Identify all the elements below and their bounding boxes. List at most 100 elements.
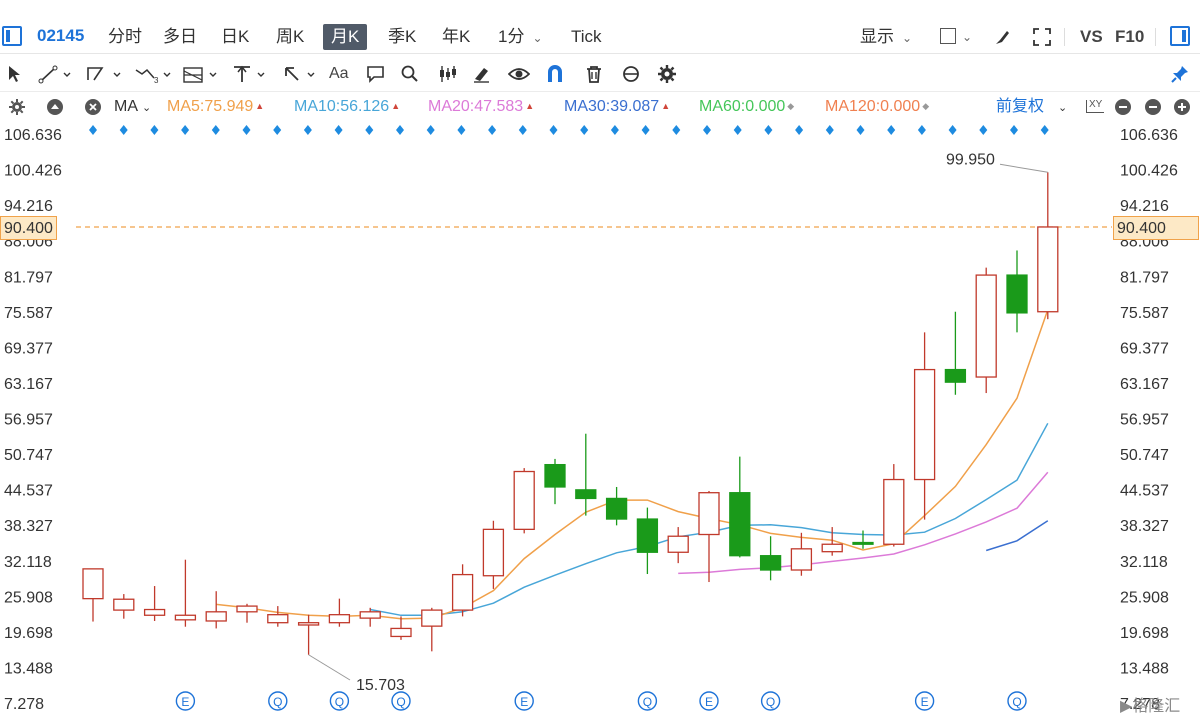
dividend-diamond-icon — [457, 125, 466, 135]
candle — [883, 464, 905, 547]
earnings-marker-icon[interactable]: E — [514, 691, 534, 711]
candle-body-up — [913, 368, 936, 481]
dividend-diamond-icon — [89, 125, 97, 135]
quarterly-report-marker-icon[interactable]: Q — [637, 691, 658, 711]
dividend-diamond-icon — [1040, 125, 1049, 135]
left-tick-label: 69.377 — [4, 340, 53, 357]
candle-body-down — [1006, 274, 1028, 314]
candle-body-down — [544, 463, 566, 488]
left-tick-label: 7.278 — [4, 696, 44, 713]
right-tick-label: 19.698 — [1120, 625, 1169, 642]
earnings-marker-icon[interactable]: E — [914, 691, 935, 711]
candle-body-up — [975, 274, 997, 378]
dividend-diamond-icon — [610, 125, 619, 135]
right-tick-label: 106.636 — [1120, 127, 1178, 144]
left-tick-label: 81.797 — [4, 269, 53, 286]
left-tick-label: 100.426 — [4, 163, 62, 180]
candle — [451, 564, 474, 617]
candle — [421, 607, 443, 652]
dividend-diamond-icon — [856, 125, 865, 135]
candle — [636, 507, 659, 575]
candle-body-up — [1037, 226, 1059, 313]
candle — [759, 536, 782, 581]
right-tick-label: 81.797 — [1120, 269, 1169, 286]
dividend-diamond-icon — [979, 125, 988, 135]
candle-body-up — [328, 614, 351, 624]
candle-body-up — [174, 614, 197, 621]
left-tick-label: 75.587 — [4, 305, 53, 322]
candle — [1037, 172, 1059, 320]
dividend-diamond-icon — [273, 125, 282, 135]
dividend-diamond-icon — [887, 125, 896, 135]
quarterly-report-marker-icon[interactable]: Q — [391, 691, 411, 711]
candle — [205, 591, 227, 629]
quarterly-report-marker-icon[interactable]: Q — [268, 691, 288, 711]
candle — [852, 530, 874, 549]
candle-body-down — [729, 492, 751, 557]
left-tick-label: 63.167 — [4, 376, 53, 393]
dividend-diamond-icon — [917, 125, 926, 135]
candle-body-down — [759, 555, 782, 571]
dividend-diamond-icon — [764, 125, 773, 135]
left-tick-label: 106.636 — [4, 127, 62, 144]
right-tick-label: 100.426 — [1120, 163, 1178, 180]
candle-body-up — [82, 568, 104, 600]
event-markers[interactable]: EQQQEQEQEQ — [175, 691, 1027, 711]
candle — [113, 594, 135, 619]
candle — [236, 603, 258, 623]
watermark-logo: ▶格隆汇 — [1120, 698, 1181, 715]
current-price-tag-right: 90.400 — [1113, 216, 1199, 240]
left-tick-label: 50.747 — [4, 447, 53, 464]
candlestick-chart[interactable]: 106.636100.42694.21688.00681.79775.58769… — [0, 0, 1200, 720]
max-price-label: 99.950 — [946, 151, 995, 168]
event-label: Q — [643, 695, 652, 709]
candle — [297, 614, 320, 655]
dividend-diamond-icon — [580, 125, 589, 135]
candle-body-down — [944, 368, 967, 383]
earnings-marker-icon[interactable]: E — [699, 691, 719, 711]
min-leader-line — [308, 654, 351, 681]
candle-body-up — [883, 478, 905, 545]
candle-body-up — [205, 611, 227, 622]
candle — [328, 598, 351, 627]
dividend-diamond-icon — [672, 125, 681, 135]
candle-body-up — [267, 614, 289, 624]
right-tick-label: 75.587 — [1120, 305, 1169, 322]
dividend-diamond-icon — [303, 125, 312, 135]
left-tick-label: 44.537 — [4, 483, 53, 500]
dividend-diamond-icon — [518, 125, 527, 135]
high-low-annotations: 99.950 15.703 — [308, 151, 1048, 694]
event-label: Q — [273, 695, 282, 709]
candle — [482, 520, 505, 589]
earnings-marker-icon[interactable]: E — [175, 691, 196, 711]
ma30-line — [985, 520, 1049, 552]
dividend-diamond-icon — [365, 125, 374, 135]
event-label: E — [520, 695, 528, 709]
candle — [944, 311, 967, 395]
candle-body-up — [236, 605, 258, 613]
candle-body-down — [636, 518, 659, 553]
dividend-diamond-icon — [242, 125, 251, 135]
candle — [82, 568, 104, 622]
quarterly-report-marker-icon[interactable]: Q — [760, 691, 781, 711]
candle-body-up — [790, 548, 813, 571]
right-tick-label: 25.908 — [1120, 589, 1169, 606]
quarterly-report-marker-icon[interactable]: Q — [329, 691, 350, 711]
quarterly-report-marker-icon[interactable]: Q — [1007, 691, 1027, 711]
candle — [390, 616, 412, 640]
dividend-diamond-icon — [426, 125, 435, 135]
dividend-diamond-icon — [549, 125, 558, 135]
candle — [605, 486, 628, 526]
candle — [790, 532, 813, 576]
left-tick-label: 19.698 — [4, 625, 53, 642]
dividend-diamond-icon — [733, 125, 742, 135]
candle-body-up — [359, 611, 381, 619]
candle-body-up — [667, 535, 689, 553]
left-tick-label: 25.908 — [4, 589, 53, 606]
candle-body-up — [821, 543, 843, 553]
candle-body-up — [143, 608, 166, 616]
candle-body-up — [451, 573, 474, 611]
left-tick-label: 32.118 — [4, 554, 52, 571]
left-tick-label: 38.327 — [4, 518, 53, 535]
dividend-diamond-icon — [396, 125, 404, 135]
